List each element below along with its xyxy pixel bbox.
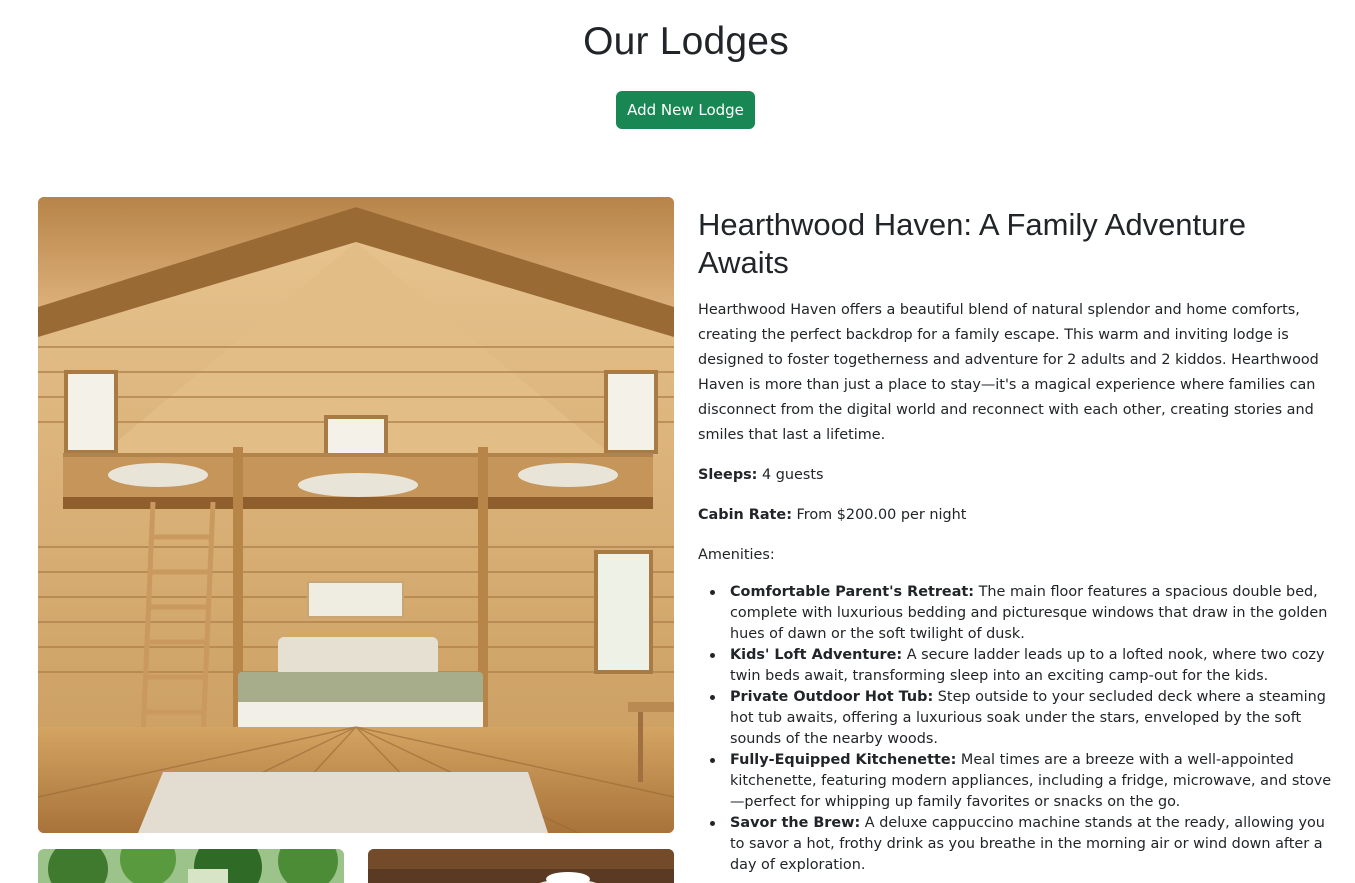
amenity-name: Fully-Equipped Kitchenette: xyxy=(730,752,957,768)
amenity-name: Kids' Loft Adventure: xyxy=(730,647,903,663)
cabin-interior-illustration xyxy=(38,197,674,833)
forest-thumbnail-image xyxy=(38,849,344,883)
amenity-item: Private Outdoor Hot Tub: Step outside to… xyxy=(710,687,1334,750)
amenity-item: Comfortable Parent's Retreat: The main f… xyxy=(710,582,1334,645)
amenity-item: Savor the Brew: A deluxe cappuccino mach… xyxy=(710,813,1334,876)
amenity-name: Savor the Brew: xyxy=(730,815,861,831)
amenity-name: Private Outdoor Hot Tub: xyxy=(730,689,934,705)
sleeps-label: Sleeps: xyxy=(698,467,758,483)
lodge-main-photo[interactable] xyxy=(38,197,674,833)
page-title: Our Lodges xyxy=(583,20,789,63)
amenity-name: Comfortable Parent's Retreat: xyxy=(730,584,975,600)
lodge-thumbnail-forest[interactable] xyxy=(38,849,344,883)
cabin-rate-label: Cabin Rate: xyxy=(698,507,792,523)
lodge-thumbnail-coffee[interactable] xyxy=(368,849,674,883)
add-new-lodge-button[interactable]: Add New Lodge xyxy=(616,91,755,129)
cabin-rate-info: Cabin Rate: From $200.00 per night xyxy=(698,503,1334,528)
amenity-item: Kids' Loft Adventure: A secure ladder le… xyxy=(710,645,1334,687)
lodge-title: Hearthwood Haven: A Family Adventure Awa… xyxy=(698,207,1246,280)
cabin-rate-value: From $200.00 per night xyxy=(796,507,967,523)
lodge-description: Hearthwood Haven offers a beautiful blen… xyxy=(698,302,1319,443)
coffee-thumbnail-image xyxy=(368,849,674,883)
sleeps-value: 4 guests xyxy=(762,467,824,483)
amenity-item: Fully-Equipped Kitchenette: Meal times a… xyxy=(710,750,1334,813)
lodge-details: Hearthwood Haven: A Family Adventure Awa… xyxy=(698,206,1334,876)
amenities-label: Amenities: xyxy=(698,547,775,563)
sleeps-info: Sleeps: 4 guests xyxy=(698,463,1334,488)
amenities-list: Comfortable Parent's Retreat: The main f… xyxy=(698,582,1334,876)
